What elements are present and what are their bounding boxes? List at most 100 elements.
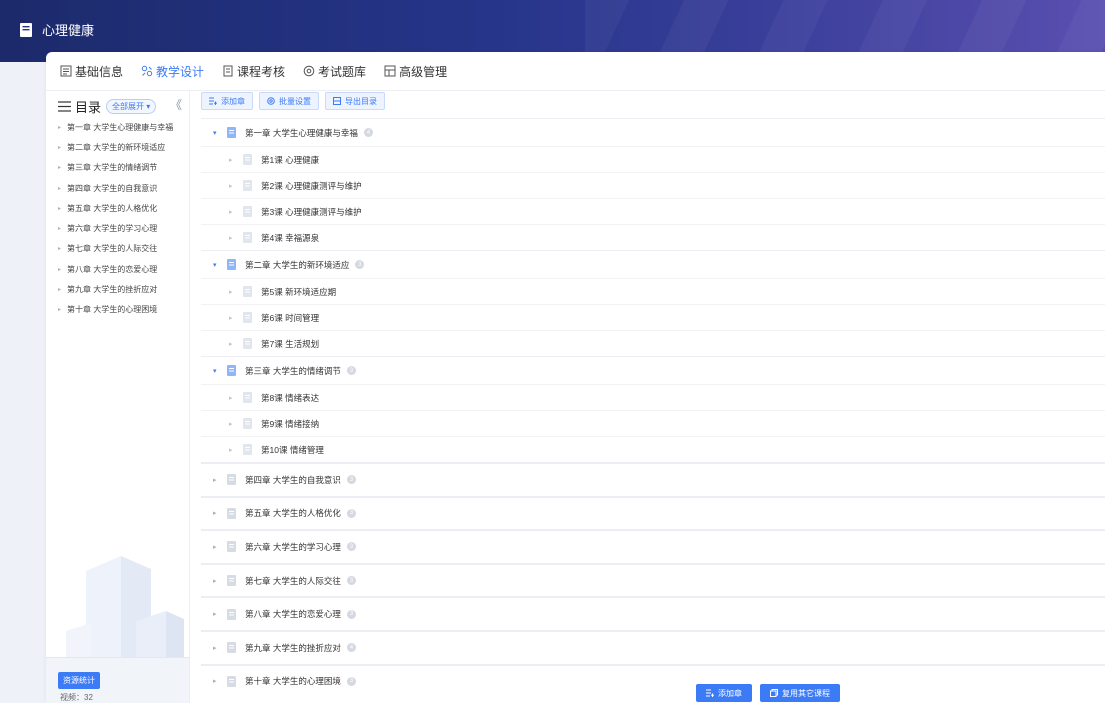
toc-item[interactable]: ▸ 第二章 大学生的新环境适应 [58,137,188,157]
chapter: ▸ 第八章 大学生的恋爱心理 3 [201,596,1105,630]
toc-item-label: 第三章 大学生的情绪调节 [67,163,158,173]
app-title: 心理健康 [42,23,95,38]
lesson-row[interactable]: ▸ 第1课 心理健康 [201,146,1105,172]
lesson-title: 第5课 新环境适应期 [261,286,337,297]
document-icon [243,180,252,191]
document-icon [227,127,236,138]
caret-right-icon[interactable]: ▸ [229,394,237,402]
toc-item[interactable]: ▸ 第五章 大学生的人格优化 [58,198,188,218]
lesson-title: 第3课 心理健康测评与维护 [261,206,362,217]
caret-down-icon[interactable]: ▾ [213,129,221,137]
toc-item[interactable]: ▸ 第一章 大学生心理健康与幸福 [58,117,188,137]
caret-right-icon[interactable]: ▸ [213,509,221,517]
caret-right-icon[interactable]: ▸ [213,476,221,484]
lesson-row[interactable]: ▸ 第10课 情绪管理 [201,436,1105,462]
document-icon [243,392,252,403]
admin-icon [384,65,396,77]
caret-right-icon: ▸ [58,226,62,233]
expand-all-button[interactable]: 全部展开 ▾ [106,99,157,114]
toc-item[interactable]: ▸ 第七章 大学生的人际交往 [58,239,188,259]
chapter-row[interactable]: ▸ 第五章 大学生的人格优化 3 [201,496,1105,530]
lesson-count-badge: 3 [346,508,356,518]
tab-label: 课程考核 [237,64,286,79]
caret-right-icon[interactable]: ▸ [229,208,237,216]
lesson-row[interactable]: ▸ 第7课 生活规划 [201,330,1105,356]
caret-right-icon[interactable]: ▸ [229,182,237,190]
chapter-row[interactable]: ▸ 第十章 大学生的心理困境 3 [201,664,1105,698]
add-chapter-bottom-button[interactable]: 添加章 [696,684,752,702]
toc-item[interactable]: ▸ 第九章 大学生的挫折应对 [58,279,188,299]
caret-right-icon[interactable]: ▸ [213,543,221,551]
caret-right-icon[interactable]: ▸ [213,577,221,585]
caret-right-icon: ▸ [58,124,62,131]
chapter-row[interactable]: ▾ 第三章 大学生的情绪调节 3 [201,357,1105,384]
chapter: ▸ 第五章 大学生的人格优化 3 [201,495,1105,530]
toc-item[interactable]: ▸ 第八章 大学生的恋爱心理 [58,259,188,279]
outline-toolbar: 添加章 批量设置 导出目录 [201,92,391,110]
chapter-row[interactable]: ▸ 第九章 大学生的挫折应对 4 [201,630,1105,664]
toc-item[interactable]: ▸ 第十章 大学生的心理困境 [58,300,188,320]
toc-item[interactable]: ▸ 第六章 大学生的学习心理 [58,218,188,238]
toc-item[interactable]: ▸ 第三章 大学生的情绪调节 [58,158,188,178]
chapter-row[interactable]: ▸ 第四章 大学生的自我意识 3 [201,463,1105,496]
lesson-row[interactable]: ▸ 第8课 情绪表达 [201,384,1105,410]
sidebar-header: 目录 全部展开 ▾ 《 [58,97,186,116]
lesson-count-badge: 4 [363,128,373,137]
app-title-group: 心理健康 [20,20,94,39]
sidebar-title: 目录 [75,100,102,115]
resource-stats-button[interactable]: 资源统计 [58,672,100,689]
caret-right-icon[interactable]: ▸ [229,234,237,242]
document-icon [227,675,236,687]
question-bank-icon [303,65,315,77]
chapter-title: 第三章 大学生的情绪调节 [245,365,341,376]
chapter-row[interactable]: ▾ 第二章 大学生的新环境适应 3 [201,251,1105,278]
chapter-title: 第一章 大学生心理健康与幸福 [245,127,358,138]
caret-right-icon[interactable]: ▸ [229,340,237,348]
chapter: ▸ 第六章 大学生的学习心理 3 [201,529,1105,563]
lesson-row[interactable]: ▸ 第6课 时间管理 [201,304,1105,330]
chapter: ▸ 第九章 大学生的挫折应对 4 [201,629,1105,664]
batch-settings-button[interactable]: 批量设置 [259,92,319,110]
caret-right-icon: ▸ [58,165,62,172]
chapter-row[interactable]: ▸ 第八章 大学生的恋爱心理 3 [201,597,1105,630]
toc-item[interactable]: ▸ 第四章 大学生的自我意识 [58,178,188,198]
lesson-row[interactable]: ▸ 第4课 幸福源泉 [201,224,1105,250]
caret-right-icon[interactable]: ▸ [229,446,237,454]
caret-down-icon[interactable]: ▾ [213,261,221,269]
tab-course-assessment[interactable]: 课程考核 [222,63,285,80]
caret-right-icon[interactable]: ▸ [213,610,221,618]
chapter-title: 第四章 大学生的自我意识 [245,474,341,485]
batch-settings-label: 批量设置 [279,96,311,106]
chapter-row[interactable]: ▾ 第一章 大学生心理健康与幸福 4 [201,119,1105,146]
caret-right-icon[interactable]: ▸ [229,288,237,296]
tab-label: 基础信息 [75,64,124,79]
add-chapter-button[interactable]: 添加章 [201,92,253,110]
toc-item-label: 第九章 大学生的挫折应对 [67,285,158,295]
caret-right-icon[interactable]: ▸ [213,677,221,685]
caret-right-icon[interactable]: ▸ [229,156,237,164]
document-icon [227,259,236,270]
document-icon [227,608,236,620]
collapse-sidebar-button[interactable]: 《 [168,96,184,113]
chapter-title: 第八章 大学生的恋爱心理 [245,609,341,620]
caret-right-icon[interactable]: ▸ [229,314,237,322]
lesson-row[interactable]: ▸ 第3课 心理健康测评与维护 [201,198,1105,224]
lesson-count-badge: 3 [346,576,356,586]
tab-teaching-design[interactable]: 教学设计 [141,63,204,80]
tab-basic-info[interactable]: 基础信息 [60,63,123,80]
bottom-actions: 添加章 复用其它课程 [696,684,848,702]
building-illustration [66,556,184,681]
lesson-row[interactable]: ▸ 第2课 心理健康测评与维护 [201,172,1105,198]
export-toc-button[interactable]: 导出目录 [325,92,385,110]
lesson-row[interactable]: ▸ 第5课 新环境适应期 [201,278,1105,304]
lesson-row[interactable]: ▸ 第9课 情绪接纳 [201,410,1105,436]
chapter-row[interactable]: ▸ 第七章 大学生的人际交往 3 [201,563,1105,597]
tab-question-bank[interactable]: 考试题库 [303,63,366,80]
caret-right-icon[interactable]: ▸ [213,644,221,652]
chapter: ▸ 第四章 大学生的自我意识 3 [201,462,1105,496]
caret-down-icon[interactable]: ▾ [213,367,221,375]
tab-advanced-admin[interactable]: 高级管理 [384,63,447,80]
chapter-row[interactable]: ▸ 第六章 大学生的学习心理 3 [201,530,1105,563]
caret-right-icon[interactable]: ▸ [229,420,237,428]
reuse-course-button[interactable]: 复用其它课程 [760,684,840,702]
